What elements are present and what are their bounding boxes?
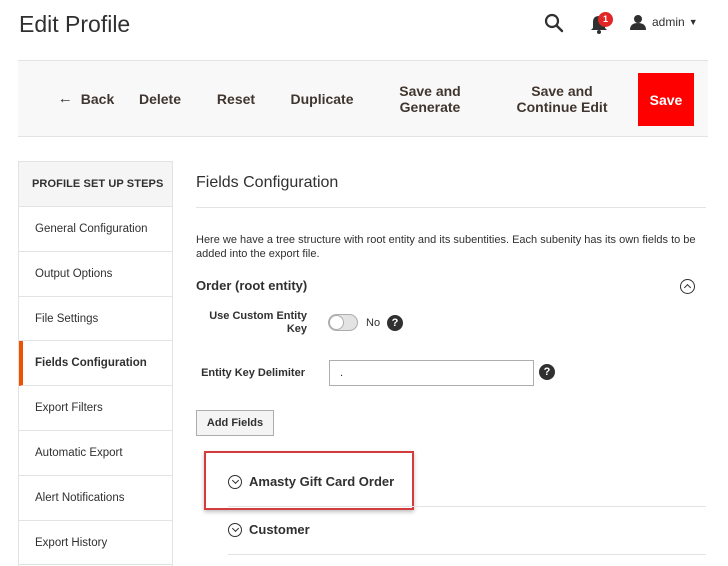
sidebar-heading: PROFILE SET UP STEPS (19, 162, 172, 207)
page-title: Edit Profile (19, 11, 131, 37)
sidebar-item-file-settings[interactable]: File Settings (19, 297, 172, 342)
reset-button[interactable]: Reset (208, 61, 264, 136)
delete-button[interactable]: Delete (130, 61, 190, 136)
action-bar: ← Back Delete Reset Duplicate Save and G… (18, 60, 708, 137)
subentity-divider (228, 506, 706, 507)
use-custom-key-value: No (366, 317, 381, 329)
delimiter-input[interactable] (329, 360, 534, 386)
sidebar-item-export-filters[interactable]: Export Filters (19, 386, 172, 431)
save-and-continue-button[interactable]: Save and Continue Edit (512, 61, 612, 136)
section-description: Here we have a tree structure with root … (196, 234, 696, 260)
use-custom-key-label: Use Custom Entity Key (209, 310, 307, 335)
sidebar-item-output-options[interactable]: Output Options (19, 252, 172, 297)
user-icon (630, 15, 646, 30)
sidebar-item-fields-configuration[interactable]: Fields Configuration (19, 341, 172, 387)
sidebar-item-export-history[interactable]: Export History (19, 521, 172, 566)
delimiter-label: Entity Key Delimiter (201, 367, 305, 379)
sidebar-item-general-configuration[interactable]: General Configuration (19, 207, 172, 252)
user-name: admin (652, 15, 685, 29)
notifications-badge[interactable]: 1 (598, 12, 613, 27)
user-menu[interactable]: admin ▼ (630, 12, 698, 32)
subentity-label: Customer (249, 522, 310, 537)
help-icon[interactable]: ? (539, 364, 555, 380)
chevron-down-icon (228, 522, 242, 537)
sidebar-item-alert-notifications[interactable]: Alert Notifications (19, 476, 172, 521)
search-icon[interactable] (544, 13, 564, 33)
subentity-divider (228, 554, 706, 555)
duplicate-button[interactable]: Duplicate (284, 61, 360, 136)
chevron-down-icon (228, 474, 242, 489)
subentity-amasty-gift-card-order[interactable]: Amasty Gift Card Order (228, 474, 394, 489)
back-label: Back (80, 90, 115, 107)
arrow-left-icon: ← (57, 89, 73, 107)
use-custom-key-toggle[interactable] (328, 314, 358, 331)
subentity-label: Amasty Gift Card Order (249, 474, 395, 489)
save-button[interactable]: Save (638, 73, 694, 126)
caret-down-icon: ▼ (688, 17, 698, 27)
root-entity-title: Order (root entity) (196, 278, 308, 293)
profile-steps-sidebar: PROFILE SET UP STEPS General Configurati… (18, 161, 173, 566)
chevron-up-icon[interactable] (680, 279, 695, 294)
save-and-generate-button[interactable]: Save and Generate (392, 61, 468, 136)
section-title: Fields Configuration (196, 174, 339, 191)
help-icon[interactable]: ? (387, 315, 403, 331)
back-button[interactable]: ← Back (46, 61, 126, 136)
add-fields-button[interactable]: Add Fields (196, 410, 274, 436)
section-divider (196, 207, 706, 208)
sidebar-item-automatic-export[interactable]: Automatic Export (19, 431, 172, 476)
toggle-knob (329, 315, 344, 330)
subentity-customer[interactable]: Customer (228, 522, 310, 537)
